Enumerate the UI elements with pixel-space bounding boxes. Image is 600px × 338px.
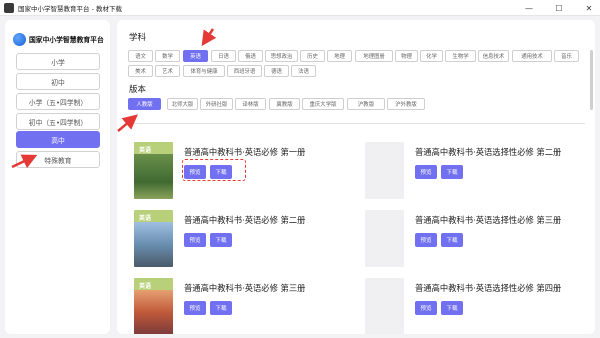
- subject-chip[interactable]: 历史: [300, 50, 325, 62]
- sidebar-item-junior[interactable]: 初中: [16, 73, 100, 90]
- download-button[interactable]: 下载: [441, 165, 463, 179]
- divider: [129, 123, 585, 124]
- cover-subject-label: 英语: [139, 215, 152, 222]
- subject-chip[interactable]: 信息技术: [478, 50, 509, 62]
- subject-chip[interactable]: 地理图册: [355, 50, 393, 62]
- sidebar-item-special[interactable]: 特殊教育: [16, 151, 100, 168]
- edition-chip[interactable]: 沪外教版: [387, 98, 425, 110]
- minimize-icon[interactable]: —: [522, 4, 536, 13]
- preview-button[interactable]: 预览: [415, 233, 437, 247]
- download-button[interactable]: 下载: [210, 233, 232, 247]
- book-title: 普通高中教科书·英语选择性必修 第二册: [415, 147, 562, 157]
- highlight-box: [182, 159, 246, 181]
- edition-chip[interactable]: 译林版: [235, 98, 266, 110]
- book-title: 普通高中教科书·英语必修 第三册: [184, 283, 306, 293]
- subject-chip[interactable]: 美术: [128, 65, 153, 77]
- subject-chip[interactable]: 西班牙语: [227, 65, 262, 77]
- subject-chip[interactable]: 俄语: [238, 50, 263, 62]
- logo-icon: [13, 32, 26, 46]
- book-title: 普通高中教科书·英语选择性必修 第三册: [415, 215, 562, 225]
- subject-chip[interactable]: 艺术: [155, 65, 180, 77]
- book-card: 普通高中教科书·英语选择性必修 第四册预览 下载: [365, 278, 561, 334]
- book-card: 英语 普通高中教科书·英语必修 第二册预览 下载: [134, 210, 309, 268]
- subject-chip[interactable]: 化学: [420, 50, 443, 62]
- subject-section-title: 学科: [129, 33, 147, 43]
- platform-logo: 国家中小学智慧教育平台: [13, 30, 105, 48]
- subject-chip[interactable]: 思想政治: [265, 50, 298, 62]
- edition-section-title: 版本: [129, 85, 147, 95]
- preview-button[interactable]: 预览: [415, 165, 437, 179]
- book-cover-image: [365, 142, 404, 199]
- window-titlebar: 国家中小学智慧教育平台 - 教材下载 — ☐ ✕: [0, 0, 600, 16]
- maximize-icon[interactable]: ☐: [552, 4, 566, 13]
- edition-chip[interactable]: 人教版: [128, 98, 161, 110]
- subject-chip[interactable]: 语文: [128, 50, 153, 62]
- preview-button[interactable]: 预览: [184, 233, 206, 247]
- book-card: 普通高中教科书·英语选择性必修 第二册预览 下载: [365, 142, 561, 200]
- subject-chip[interactable]: 英语: [183, 50, 208, 62]
- download-button[interactable]: 下载: [210, 301, 232, 315]
- book-cover-image: 英语: [134, 278, 173, 334]
- scrollbar[interactable]: [590, 50, 593, 110]
- window-title: 国家中小学智慧教育平台 - 教材下载: [18, 4, 122, 13]
- logo-text: 国家中小学智慧教育平台: [29, 36, 104, 44]
- subject-chip[interactable]: 物理: [395, 50, 418, 62]
- preview-button[interactable]: 预览: [415, 301, 437, 315]
- edition-chip[interactable]: 沪教版: [347, 98, 385, 110]
- edition-chip[interactable]: 重庆大学版: [302, 98, 344, 110]
- subject-chip[interactable]: 体育与健康: [183, 65, 225, 77]
- download-button[interactable]: 下载: [441, 233, 463, 247]
- book-cover-image: 英语: [134, 142, 173, 199]
- subject-chip[interactable]: 法语: [291, 65, 316, 77]
- sidebar: 国家中小学智慧教育平台 小学 初中 小学（五•四学制） 初中（五•四学制） 高中…: [5, 20, 110, 334]
- subject-chip[interactable]: 音乐: [554, 50, 579, 62]
- sidebar-item-junior-54[interactable]: 初中（五•四学制）: [16, 113, 100, 130]
- subject-chip[interactable]: 通用技术: [512, 50, 552, 62]
- book-card: 英语 普通高中教科书·英语必修 第三册预览 下载: [134, 278, 309, 334]
- book-title: 普通高中教科书·英语必修 第二册: [184, 215, 306, 225]
- book-card: 普通高中教科书·英语选择性必修 第三册预览 下载: [365, 210, 561, 268]
- edition-chip[interactable]: 外研社版: [200, 98, 233, 110]
- edition-chip[interactable]: 冀教版: [269, 98, 300, 110]
- edition-chip[interactable]: 北师大版: [167, 98, 198, 110]
- subject-chip[interactable]: 日语: [211, 50, 236, 62]
- book-cover-image: 英语: [134, 210, 173, 267]
- book-cover-image: [365, 278, 404, 334]
- book-title: 普通高中教科书·英语必修 第一册: [184, 147, 306, 157]
- preview-button[interactable]: 预览: [184, 301, 206, 315]
- subject-chip[interactable]: 地理: [327, 50, 352, 62]
- subject-chip[interactable]: 数学: [155, 50, 180, 62]
- book-title: 普通高中教科书·英语选择性必修 第四册: [415, 283, 562, 293]
- window-controls: — ☐ ✕: [522, 0, 596, 16]
- download-button[interactable]: 下载: [441, 301, 463, 315]
- book-cover-image: [365, 210, 404, 267]
- sidebar-item-primary[interactable]: 小学: [16, 53, 100, 70]
- sidebar-item-senior[interactable]: 高中: [16, 131, 100, 148]
- cover-subject-label: 英语: [139, 283, 152, 290]
- subject-chip[interactable]: 德语: [264, 65, 289, 77]
- cover-subject-label: 英语: [139, 147, 152, 154]
- sidebar-item-primary-54[interactable]: 小学（五•四学制）: [16, 93, 100, 110]
- subject-chip[interactable]: 生物学: [445, 50, 476, 62]
- app-icon: [4, 2, 14, 13]
- close-icon[interactable]: ✕: [582, 4, 596, 13]
